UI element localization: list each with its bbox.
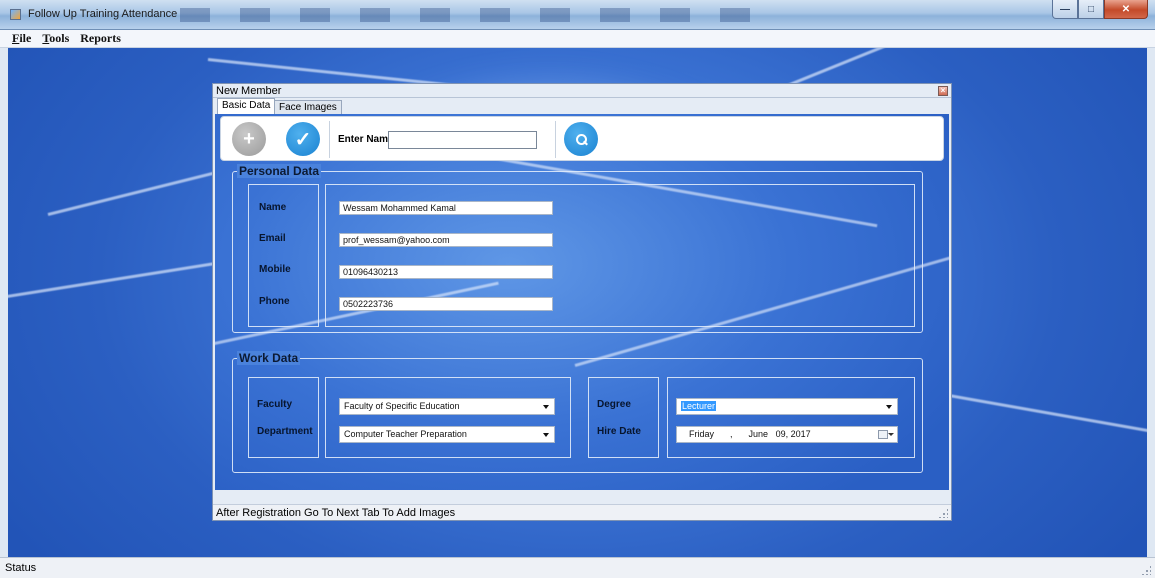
personal-fields-panel: Wessam Mohammed Kamal prof_wessam@yahoo.… <box>325 184 915 327</box>
mobile-field[interactable]: 01096430213 <box>339 265 553 279</box>
app-icon <box>10 9 21 20</box>
enter-name-label: Enter Name <box>338 134 394 145</box>
check-icon: ✓ <box>294 128 312 151</box>
child-close-button[interactable]: × <box>938 86 948 96</box>
toolbar-separator <box>329 121 330 158</box>
new-member-status-bar: After Registration Go To Next Tab To Add… <box>213 504 951 520</box>
minimize-icon: — <box>1060 3 1070 15</box>
hire-date-label: Hire Date <box>597 426 641 437</box>
degree-label: Degree <box>597 399 631 410</box>
name-field[interactable]: Wessam Mohammed Kamal <box>339 201 553 215</box>
minimize-button[interactable]: — <box>1052 0 1078 19</box>
email-label: Email <box>259 233 286 244</box>
save-button[interactable]: ✓ <box>286 122 320 156</box>
hire-date-picker[interactable]: Friday, June 09, 2017 <box>676 426 898 443</box>
main-title-bar[interactable]: Follow Up Training Attendance — □ ✕ <box>0 0 1155 30</box>
tab-face-images[interactable]: Face Images <box>274 100 342 114</box>
faculty-value: Faculty of Specific Education <box>344 401 460 411</box>
personal-data-title: Personal Data <box>237 164 322 178</box>
window-controls: — □ ✕ <box>1052 0 1148 19</box>
search-icon <box>575 133 588 146</box>
menu-reports[interactable]: Reports <box>80 31 121 46</box>
department-select[interactable]: Computer Teacher Preparation <box>339 426 555 443</box>
menu-tools[interactable]: Tools <box>42 31 69 46</box>
registration-hint: After Registration Go To Next Tab To Add… <box>216 507 456 519</box>
enter-name-input[interactable] <box>388 131 537 149</box>
close-icon: × <box>940 86 946 95</box>
chevron-down-icon <box>886 405 892 409</box>
basic-data-page: + ✓ Enter Name Personal Data Name Email … <box>213 114 951 490</box>
tab-basic-data[interactable]: Basic Data <box>217 98 276 114</box>
hire-date-month: June <box>748 429 769 439</box>
menu-file[interactable]: File <box>12 31 31 46</box>
hire-date-value: 09, 2017 <box>775 429 811 439</box>
phone-label: Phone <box>259 296 290 307</box>
resize-grip-icon[interactable] <box>1141 565 1151 575</box>
new-member-title: New Member <box>216 85 282 97</box>
menu-bar: File Tools Reports <box>0 30 1155 48</box>
mobile-label: Mobile <box>259 264 291 275</box>
phone-field[interactable]: 0502223736 <box>339 297 553 311</box>
personal-data-group: Personal Data Name Email Mobile Phone We… <box>232 164 923 333</box>
add-button[interactable]: + <box>232 122 266 156</box>
department-value: Computer Teacher Preparation <box>344 429 467 439</box>
calendar-icon[interactable] <box>878 430 888 439</box>
hire-date-separator: , <box>730 429 733 439</box>
title-bar-decoration <box>180 8 780 22</box>
work-fields-panel: Faculty of Specific Education Computer T… <box>325 377 571 458</box>
chevron-down-icon <box>888 433 894 436</box>
tab-page-bottom-border <box>213 490 951 504</box>
work-labels-panel: Faculty Department <box>248 377 319 458</box>
close-button[interactable]: ✕ <box>1104 0 1148 19</box>
chevron-down-icon <box>543 433 549 437</box>
work-labels-panel-right: Degree Hire Date <box>588 377 659 458</box>
chevron-down-icon <box>543 405 549 409</box>
status-label: Status <box>5 562 37 574</box>
hire-date-day: Friday <box>689 429 715 439</box>
maximize-button[interactable]: □ <box>1078 0 1104 19</box>
plus-icon: + <box>243 127 255 150</box>
main-status-bar: Status <box>0 557 1155 578</box>
email-field[interactable]: prof_wessam@yahoo.com <box>339 233 553 247</box>
name-label: Name <box>259 202 287 213</box>
close-icon: ✕ <box>1121 3 1131 15</box>
search-button[interactable] <box>564 122 598 156</box>
resize-grip-icon[interactable] <box>938 508 948 518</box>
new-member-title-bar[interactable]: New Member × <box>213 84 951 98</box>
degree-select[interactable]: Lecturer <box>676 398 898 415</box>
new-member-window: New Member × Basic Data Face Images + ✓ … <box>212 83 952 521</box>
department-label: Department <box>257 426 313 437</box>
work-data-title: Work Data <box>237 351 301 365</box>
faculty-select[interactable]: Faculty of Specific Education <box>339 398 555 415</box>
work-data-group: Work Data Faculty Department Faculty of … <box>232 351 923 473</box>
toolbar-panel: + ✓ Enter Name <box>220 116 944 161</box>
app-title: Follow Up Training Attendance <box>28 8 178 20</box>
personal-labels-panel: Name Email Mobile Phone <box>248 184 319 327</box>
faculty-label: Faculty <box>257 399 293 410</box>
degree-value: Lecturer <box>681 401 717 411</box>
work-fields-panel-right: Lecturer Friday, June 09, 2017 <box>667 377 915 458</box>
maximize-icon: □ <box>1087 3 1095 15</box>
tab-strip: Basic Data Face Images <box>213 98 951 114</box>
toolbar-separator <box>555 121 556 158</box>
